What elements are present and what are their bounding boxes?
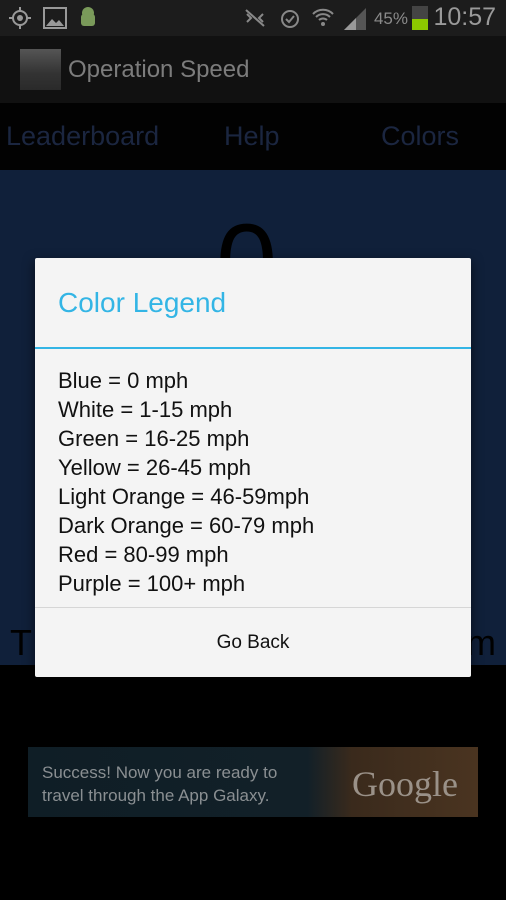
app-icon[interactable] [20,49,61,90]
background-text-left: T [10,622,32,663]
legend-item: Light Orange = 46-59mph [58,484,310,509]
ad-banner[interactable]: Success! Now you are ready to travel thro… [28,747,478,817]
wifi-icon [312,8,334,26]
legend-list: Blue = 0 mph White = 1-15 mph Green = 16… [58,366,314,598]
gallery-icon [43,7,67,29]
mute-icon [245,9,265,27]
ad-line-2: travel through the App Galaxy. [42,786,270,805]
gps-icon [9,7,31,29]
alarm-icon [281,10,299,28]
legend-item: Purple = 100+ mph [58,571,246,596]
ad-line-1: Success! Now you are ready to [42,763,278,782]
dialog-title: Color Legend [58,287,227,318]
legend-item: Dark Orange = 60-79 mph [58,513,315,538]
clock: 10:57 [433,3,496,31]
status-bar: 45% 10:57 [0,0,506,36]
action-bar: Operation Speed [0,36,506,103]
app-title: Operation Speed [68,56,250,83]
signal-icon [344,8,366,30]
title-divider [35,347,471,349]
color-legend-dialog: Color Legend Blue = 0 mph White = 1-15 m… [35,258,471,677]
legend-item: Red = 80-99 mph [58,542,229,567]
tab-leaderboard[interactable]: Leaderboard [6,121,159,152]
google-logo: Google [352,764,458,804]
battery-percent: 45% [373,9,408,28]
tab-bar: Leaderboard Help Colors [0,103,506,170]
tab-colors[interactable]: Colors [381,121,459,152]
legend-item: Yellow = 26-45 mph [58,455,252,480]
legend-item: Blue = 0 mph [58,368,189,393]
tab-help[interactable]: Help [224,121,280,152]
legend-item: Green = 16-25 mph [58,426,250,451]
legend-item: White = 1-15 mph [58,397,233,422]
go-back-button[interactable]: Go Back [35,608,471,677]
android-icon [81,7,95,26]
battery-icon [412,6,428,30]
